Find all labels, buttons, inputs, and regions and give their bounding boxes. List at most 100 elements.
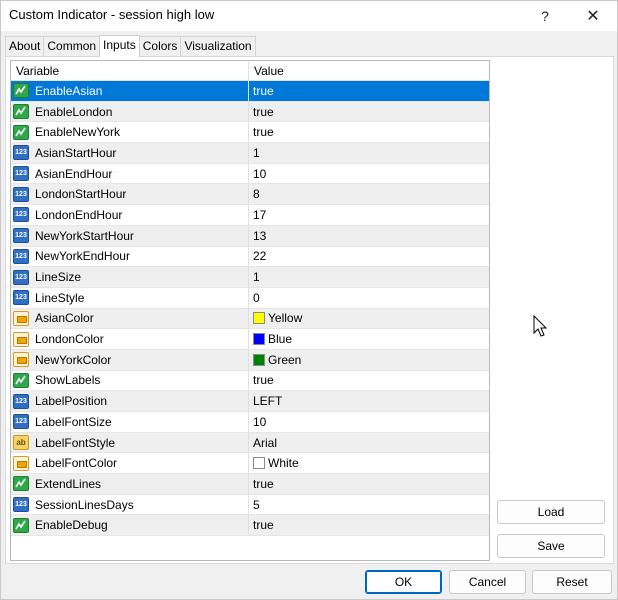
variable-name: LondonEndHour	[35, 207, 123, 222]
value-text: 1	[253, 145, 260, 160]
value-cell[interactable]: LEFT	[249, 391, 489, 411]
variable-cell[interactable]: ShowLabels	[11, 370, 249, 391]
variable-cell[interactable]: EnableNewYork	[11, 122, 249, 143]
grid-row[interactable]: NewYorkColor Green	[11, 349, 489, 371]
value-text: Yellow	[268, 311, 303, 326]
grid-row[interactable]: 123 SessionLinesDays 5	[11, 494, 489, 516]
value-cell[interactable]: Green	[249, 350, 489, 370]
variable-cell[interactable]: NewYorkColor	[11, 349, 249, 370]
color-swatch	[253, 333, 265, 346]
load-button[interactable]: Load	[497, 500, 605, 524]
column-header-variable[interactable]: Variable	[11, 61, 249, 81]
value-cell[interactable]: 1	[249, 267, 489, 287]
grid-row[interactable]: EnableDebug true	[11, 515, 489, 537]
value-cell[interactable]: true	[249, 371, 489, 391]
grid-row[interactable]: 123 LondonEndHour 17	[11, 205, 489, 226]
grid-row[interactable]: 123 LondonStartHour 8	[11, 184, 489, 206]
grid-row[interactable]: EnableLondon true	[11, 101, 489, 123]
tab-strip: About Common Inputs Colors Visualization	[5, 35, 256, 57]
tab-common[interactable]: Common	[43, 36, 101, 57]
grid-row[interactable]: EnableAsian true	[11, 81, 489, 102]
grid-row[interactable]: ExtendLines true	[11, 474, 489, 495]
value-cell[interactable]: 1	[249, 143, 489, 163]
help-button[interactable]: ?	[523, 1, 567, 31]
variable-cell[interactable]: EnableAsian	[11, 81, 249, 101]
bool-icon	[13, 124, 29, 140]
variable-name: LabelPosition	[35, 394, 108, 409]
grid-row[interactable]: ab LabelFontStyle Arial	[11, 432, 489, 454]
grid-row[interactable]: 123 AsianStartHour 1	[11, 143, 489, 164]
grid-row[interactable]: 123 NewYorkStartHour 13	[11, 225, 489, 247]
variable-name: SessionLinesDays	[35, 497, 134, 512]
value-text: 10	[253, 414, 267, 429]
value-cell[interactable]: White	[249, 453, 489, 473]
variable-cell[interactable]: 123 LabelFontSize	[11, 412, 249, 432]
grid-row[interactable]: EnableNewYork true	[11, 122, 489, 144]
variable-name: LineSize	[35, 270, 82, 285]
variable-name: LabelFontSize	[35, 414, 112, 429]
value-cell[interactable]: true	[249, 515, 489, 535]
cancel-button[interactable]: Cancel	[449, 570, 526, 594]
variable-cell[interactable]: ExtendLines	[11, 474, 249, 494]
tab-inputs[interactable]: Inputs	[99, 35, 140, 57]
variable-cell[interactable]: 123 LineStyle	[11, 287, 249, 308]
integer-icon: 123	[13, 269, 29, 285]
variable-cell[interactable]: 123 NewYorkStartHour	[11, 225, 249, 246]
value-cell[interactable]: true	[249, 474, 489, 494]
value-cell[interactable]: true	[249, 122, 489, 142]
variable-cell[interactable]: AsianColor	[11, 308, 249, 329]
variable-cell[interactable]: 123 AsianStartHour	[11, 143, 249, 163]
variable-cell[interactable]: 123 LondonStartHour	[11, 184, 249, 205]
variable-cell[interactable]: 123 LineSize	[11, 267, 249, 287]
variable-cell[interactable]: EnableDebug	[11, 515, 249, 536]
variable-cell[interactable]: 123 SessionLinesDays	[11, 494, 249, 515]
grid-row[interactable]: 123 AsianEndHour 10	[11, 163, 489, 185]
variable-cell[interactable]: 123 NewYorkEndHour	[11, 246, 249, 267]
grid-row[interactable]: 123 NewYorkEndHour 22	[11, 246, 489, 268]
grid-row[interactable]: 123 LabelFontSize 10	[11, 412, 489, 433]
close-button[interactable]: ✕	[571, 1, 615, 31]
grid-row[interactable]: LondonColor Blue	[11, 329, 489, 350]
value-cell[interactable]: 13	[249, 226, 489, 246]
ok-button[interactable]: OK	[365, 570, 442, 594]
value-cell[interactable]: 5	[249, 495, 489, 515]
variable-cell[interactable]: 123 LabelPosition	[11, 391, 249, 411]
grid-row[interactable]: AsianColor Yellow	[11, 308, 489, 330]
value-cell[interactable]: Arial	[249, 433, 489, 453]
reset-button[interactable]: Reset	[532, 570, 612, 594]
mouse-cursor-icon	[533, 315, 548, 337]
variable-cell[interactable]: 123 AsianEndHour	[11, 163, 249, 184]
variable-cell[interactable]: LabelFontColor	[11, 453, 249, 474]
value-text: 8	[253, 187, 260, 202]
value-cell[interactable]: 0	[249, 288, 489, 308]
tab-about[interactable]: About	[5, 36, 45, 57]
value-cell[interactable]: 10	[249, 164, 489, 184]
save-button[interactable]: Save	[497, 534, 605, 558]
value-cell[interactable]: 10	[249, 412, 489, 432]
grid-row[interactable]: 123 LabelPosition LEFT	[11, 391, 489, 412]
grid-row[interactable]: LabelFontColor White	[11, 453, 489, 475]
value-cell[interactable]: true	[249, 102, 489, 122]
variable-cell[interactable]: 123 LondonEndHour	[11, 205, 249, 225]
variable-name: LineStyle	[35, 290, 85, 305]
variable-name: NewYorkEndHour	[35, 249, 130, 264]
variable-cell[interactable]: ab LabelFontStyle	[11, 432, 249, 453]
value-cell[interactable]: 17	[249, 205, 489, 225]
grid-row[interactable]: 123 LineSize 1	[11, 267, 489, 288]
variable-name: AsianColor	[35, 311, 94, 326]
grid-row[interactable]: 123 LineStyle 0	[11, 287, 489, 309]
value-cell[interactable]: Yellow	[249, 309, 489, 329]
value-cell[interactable]: Blue	[249, 329, 489, 349]
value-cell[interactable]: 8	[249, 184, 489, 204]
tab-colors[interactable]: Colors	[138, 36, 182, 57]
variable-cell[interactable]: EnableLondon	[11, 101, 249, 122]
value-text: Green	[268, 352, 302, 367]
value-cell[interactable]: 22	[249, 247, 489, 267]
grid-row[interactable]: ShowLabels true	[11, 370, 489, 392]
value-cell[interactable]: true	[249, 81, 489, 101]
column-header-value[interactable]: Value	[249, 61, 489, 81]
value-text: 1	[253, 270, 260, 285]
variable-cell[interactable]: LondonColor	[11, 329, 249, 349]
variable-name: EnableAsian	[35, 83, 103, 98]
tab-visualization[interactable]: Visualization	[180, 36, 256, 57]
